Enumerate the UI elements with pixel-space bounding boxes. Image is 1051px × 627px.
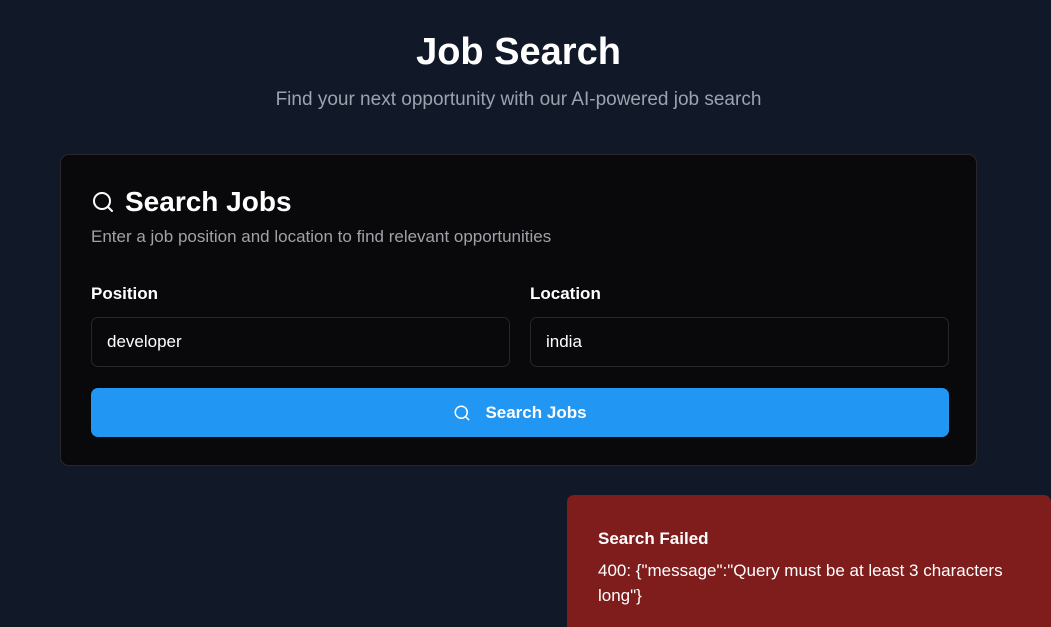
search-card: Search Jobs Enter a job position and loc… bbox=[60, 154, 977, 466]
page: Job Search Find your next opportunity wi… bbox=[0, 0, 1051, 627]
toast-message: 400: {"message":"Query must be at least … bbox=[598, 561, 1003, 605]
position-input[interactable] bbox=[91, 317, 510, 367]
search-icon bbox=[91, 190, 115, 214]
page-title: Job Search bbox=[416, 31, 621, 73]
card-title: Search Jobs bbox=[91, 185, 292, 219]
location-label: Location bbox=[530, 284, 601, 303]
location-input[interactable] bbox=[530, 317, 949, 367]
search-icon bbox=[453, 404, 471, 422]
card-description: Enter a job position and location to fin… bbox=[91, 227, 552, 246]
search-jobs-button-label: Search Jobs bbox=[485, 402, 587, 422]
card-title-label: Search Jobs bbox=[125, 186, 292, 217]
position-field-group: Position bbox=[91, 283, 510, 367]
position-label: Position bbox=[91, 284, 159, 303]
search-jobs-button[interactable]: Search Jobs bbox=[91, 388, 949, 437]
error-toast[interactable]: Search Failed 400: {"message":"Query mus… bbox=[567, 495, 1051, 627]
location-field-group: Location bbox=[530, 283, 949, 367]
toast-title: Search Failed bbox=[598, 529, 709, 548]
page-subtitle: Find your next opportunity with our AI-p… bbox=[275, 89, 762, 110]
